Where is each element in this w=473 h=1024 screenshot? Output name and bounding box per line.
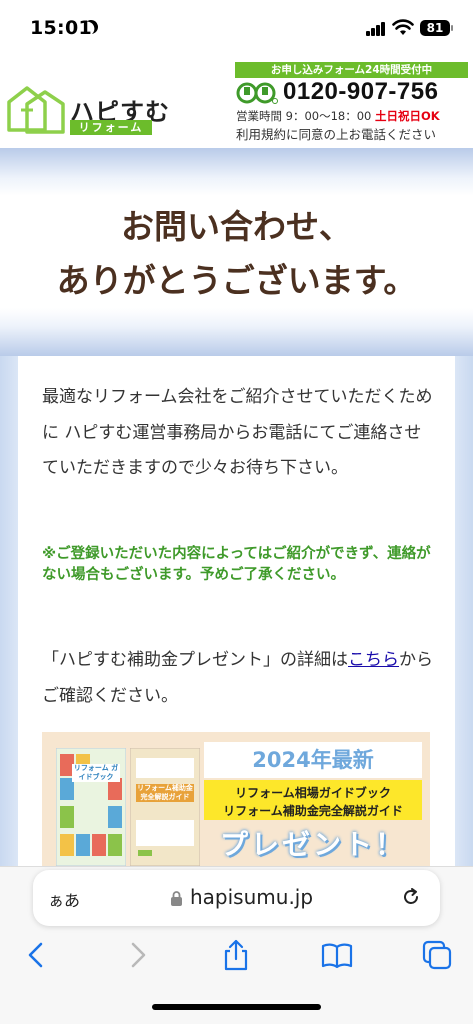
title-line-2: ありがとうございます。 — [56, 261, 417, 300]
hours-text: 営業時間 9：00〜18：00 — [236, 109, 372, 123]
tabs-icon[interactable] — [420, 938, 454, 972]
freedial-icon — [236, 82, 278, 104]
promo-year: 2024年最新 — [204, 742, 422, 778]
wifi-icon — [392, 19, 414, 35]
subsidy-text: 「ハピすむ補助金プレゼント」の詳細はこちらからご確認ください。 — [42, 643, 437, 714]
subsidy-guide-title: リフォーム補助金 完全解説ガイド — [136, 784, 194, 802]
battery-icon: 81 — [420, 20, 453, 36]
promo-banner[interactable]: リフォーム ガイドブック リフォーム補助金 完全解説ガイド 2024年最新 リフ… — [42, 732, 430, 866]
back-icon[interactable] — [20, 938, 54, 972]
phone-number[interactable]: 0120-907-756 — [283, 78, 438, 106]
bookmarks-icon[interactable] — [320, 938, 354, 972]
reload-icon[interactable] — [400, 886, 422, 908]
reader-settings-button[interactable]: ぁあ — [48, 887, 80, 911]
business-hours: 営業時間 9：00〜18：00 土日祝日OK — [236, 108, 440, 124]
intro-text: 最適なリフォーム会社をご紹介させていただくために ハピすむ運営事務局からお電話に… — [42, 387, 433, 478]
subsidy-guide-cover — [130, 748, 200, 866]
subsidy-details-link[interactable]: こちら — [348, 650, 399, 670]
url-text[interactable]: hapisumu.jp — [190, 885, 313, 909]
lock-icon — [171, 891, 182, 906]
status-time: 15:01 — [30, 17, 92, 39]
signal-icon — [366, 22, 386, 36]
hero-section: お問い合わせ、 ありがとうございます。 — [0, 148, 473, 356]
promo-line-1: リフォーム相場ガイドブック — [235, 786, 391, 800]
terms-note: 利用規約に同意の上お電話ください — [236, 127, 437, 142]
weekend-badge: 土日祝日OK — [375, 109, 440, 123]
page-title: お問い合わせ、 ありがとうございます。 — [0, 200, 473, 308]
guidebook-title: リフォーム ガイドブック — [72, 764, 120, 782]
subsidy-text-before: 「ハピすむ補助金プレゼント」の詳細は — [42, 650, 348, 670]
notice-text: ※ご登録いただいた内容によってはご紹介ができず、連絡がない場合もございます。予め… — [42, 546, 431, 583]
logo-sub: リフォーム — [70, 120, 152, 135]
status-bar: 15:01 81 — [0, 0, 473, 56]
logo-icon[interactable] — [5, 80, 67, 136]
share-icon[interactable] — [219, 938, 253, 972]
title-line-1: お問い合わせ、 — [121, 207, 352, 246]
contact-banner: お申し込みフォーム24時間受付中 — [235, 62, 468, 78]
promo-present: プレゼント！ — [219, 828, 406, 861]
promo-line-2: リフォーム補助金完全解説ガイド — [223, 804, 403, 818]
site-header: ハピすむ リフォーム お申し込みフォーム24時間受付中 0120-907-756… — [0, 56, 473, 148]
forward-icon[interactable] — [120, 938, 154, 972]
promo-lines: リフォーム相場ガイドブック リフォーム補助金完全解説ガイド — [204, 780, 422, 820]
home-indicator — [152, 1004, 321, 1010]
